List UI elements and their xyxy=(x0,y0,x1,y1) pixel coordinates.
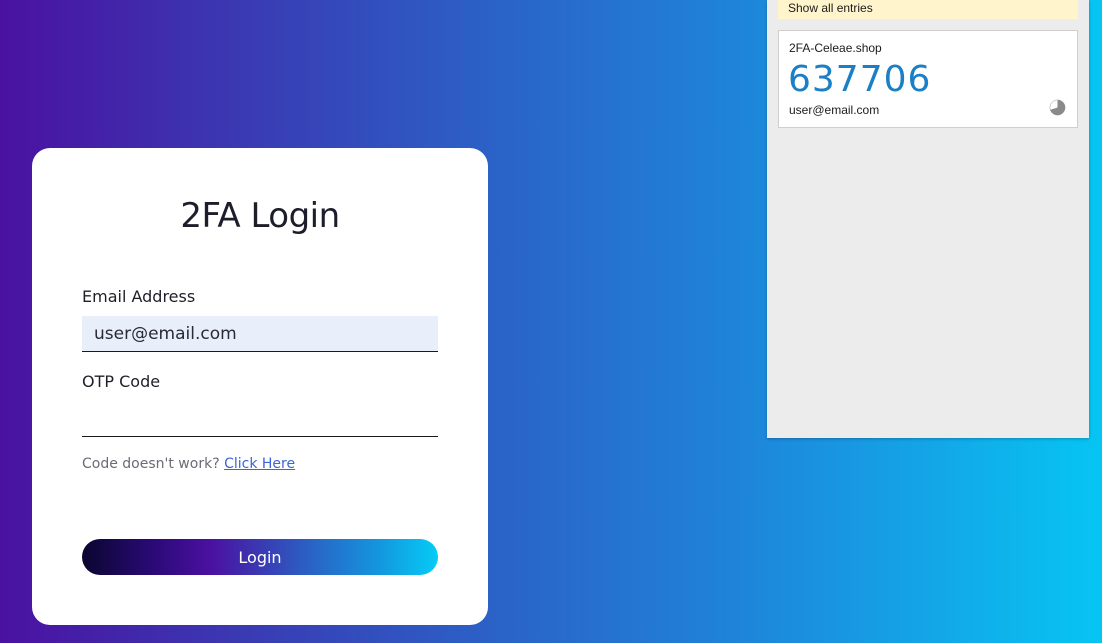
page-title: 2FA Login xyxy=(180,196,340,236)
otp-code[interactable]: 637706 xyxy=(788,59,931,100)
otp-field[interactable] xyxy=(82,401,438,437)
otp-label: OTP Code xyxy=(82,372,161,391)
otp-entry-card[interactable]: 2FA-Celeae.shop 637706 user@email.com xyxy=(778,30,1078,128)
click-here-link[interactable]: Click Here xyxy=(224,456,295,472)
login-card: 2FA Login Email Address OTP Code Code do… xyxy=(32,148,488,625)
email-field[interactable] xyxy=(82,316,438,352)
entry-account: user@email.com xyxy=(789,103,880,117)
help-text: Code doesn't work? xyxy=(82,456,220,472)
show-all-entries-button[interactable]: Show all entries xyxy=(778,0,1078,19)
countdown-pie-icon xyxy=(1049,99,1066,116)
email-label: Email Address xyxy=(82,287,196,306)
entry-issuer: 2FA-Celeae.shop xyxy=(789,41,882,55)
authenticator-popup: Show all entries 2FA-Celeae.shop 637706 … xyxy=(767,0,1089,438)
help-row: Code doesn't work? Click Here xyxy=(82,456,295,472)
login-button[interactable]: Login xyxy=(82,539,438,575)
